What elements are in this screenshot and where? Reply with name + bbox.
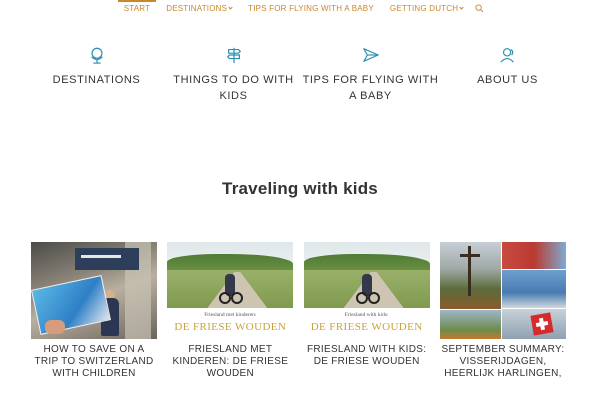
feature-things-to-do[interactable]: THINGS TO DO WITH KIDS [165, 46, 302, 104]
nav-item-label: GETTING DUTCH [389, 4, 459, 13]
thumbnail-shape [501, 270, 566, 308]
feature-label: TIPS FOR FLYING WITH A BABY [302, 74, 439, 102]
feature-about-us[interactable]: ABOUT US [439, 46, 576, 104]
post-card[interactable]: Friesland met kinderen: DE FRIESE WOUDEN… [167, 242, 294, 380]
people-icon [499, 48, 514, 63]
feature-label: THINGS TO DO WITH KIDS [173, 74, 294, 102]
nav-item-start[interactable]: START [116, 0, 158, 17]
feature-destinations[interactable]: DESTINATIONS [28, 46, 165, 104]
post-grid: HOW TO SAVE ON A TRIP TO SWITZERLAND WIT… [31, 242, 566, 380]
post-thumbnail[interactable]: Friesland with kids: DE FRIESE WOUDEN [303, 242, 430, 339]
post-thumbnail[interactable]: Friesland met kinderen: DE FRIESE WOUDEN [167, 242, 294, 339]
paper-plane-icon [362, 48, 379, 62]
feature-label: ABOUT US [477, 74, 538, 86]
chevron-down-icon [228, 5, 233, 10]
signpost-icon [226, 47, 241, 64]
post-thumbnail[interactable] [31, 242, 157, 339]
feature-links: DESTINATIONS THINGS TO DO WITH KIDS TIPS… [28, 46, 576, 104]
post-card[interactable]: Friesland with kids: DE FRIESE WOUDEN FR… [303, 242, 430, 380]
nav-item-destinations[interactable]: DESTINATIONS [158, 0, 240, 17]
thumbnail-shape [439, 310, 501, 339]
feature-label: DESTINATIONS [52, 74, 141, 86]
search-icon[interactable] [475, 4, 484, 13]
section-title: Traveling with kids [222, 179, 378, 198]
post-title[interactable]: HOW TO SAVE ON A TRIP TO SWITZERLAND WIT… [31, 344, 157, 380]
nav-item-tips-flying[interactable]: TIPS FOR FLYING WITH A BABY [240, 0, 382, 17]
thumbnail-shape [501, 242, 566, 269]
nav-item-label: TIPS FOR FLYING WITH A BABY [248, 4, 374, 13]
post-card[interactable]: HOW TO SAVE ON A TRIP TO SWITZERLAND WIT… [31, 242, 157, 380]
thumbnail-heading: DE FRIESE WOUDEN [174, 321, 287, 333]
chevron-down-icon [459, 5, 464, 10]
thumbnail-shape [439, 242, 501, 309]
post-title[interactable]: FRIESLAND WITH KIDS: DE FRIESE WOUDEN [304, 344, 430, 368]
thumbnail-caption: Friesland with kids: [344, 312, 389, 318]
post-title[interactable]: FRIESLAND MET KINDEREN: DE FRIESE WOUDEN [167, 344, 293, 380]
swiss-flag-icon [530, 312, 554, 336]
feature-tips-flying[interactable]: TIPS FOR FLYING WITH A BABY [302, 46, 439, 104]
main-nav: START DESTINATIONS TIPS FOR FLYING WITH … [0, 0, 600, 17]
thumbnail-caption: Friesland met kinderen: [204, 312, 257, 318]
thumbnail-shape [75, 248, 139, 270]
nav-item-getting-dutch[interactable]: GETTING DUTCH [382, 0, 471, 17]
globe-icon [90, 47, 103, 64]
thumbnail-shape [367, 292, 380, 304]
post-thumbnail[interactable] [439, 242, 566, 339]
post-title[interactable]: SEPTEMBER SUMMARY: VISSERIJDAGEN, HEERLI… [440, 344, 566, 380]
post-card[interactable]: SEPTEMBER SUMMARY: VISSERIJDAGEN, HEERLI… [439, 242, 566, 380]
nav-item-label: DESTINATIONS [166, 4, 228, 13]
nav-item-label: START [123, 4, 151, 13]
thumbnail-heading: DE FRIESE WOUDEN [310, 321, 423, 333]
thumbnail-shape [45, 320, 65, 334]
thumbnail-shape [31, 275, 111, 335]
thumbnail-shape [355, 292, 368, 304]
